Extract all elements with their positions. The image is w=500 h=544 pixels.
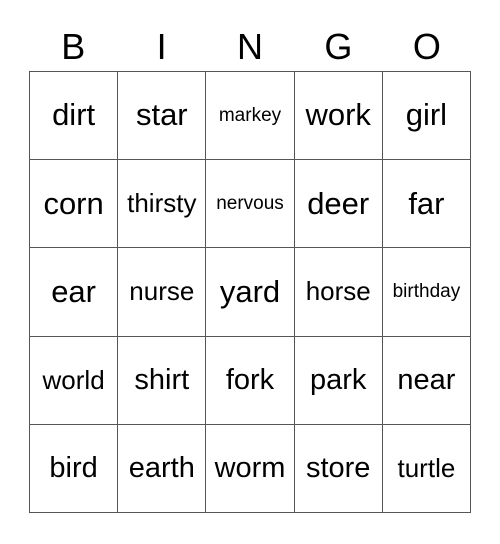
bingo-cell-word: horse	[305, 276, 371, 307]
bingo-cell[interactable]: bird	[30, 424, 119, 514]
bingo-cell-word: far	[408, 185, 445, 221]
bingo-cell-word: markey	[218, 104, 282, 126]
bingo-cell-word: bird	[49, 452, 98, 485]
bingo-cell[interactable]: deer	[294, 160, 383, 249]
bingo-cell[interactable]: horse	[294, 248, 383, 337]
bingo-cell-word: nurse	[129, 276, 195, 307]
bingo-cell[interactable]: girl	[382, 72, 472, 161]
bingo-cell-word: earth	[128, 452, 195, 485]
bingo-header-letter-g: G	[294, 24, 382, 70]
bingo-header-letter-i: I	[117, 24, 205, 70]
bingo-grid-row: ear nurse yard horse birthday	[30, 248, 472, 337]
bingo-cell-word: fork	[225, 363, 275, 396]
bingo-cell[interactable]: fork	[206, 336, 295, 425]
bingo-cell-word: park	[310, 363, 367, 396]
bingo-cell-word: birthday	[392, 281, 461, 303]
bingo-cell[interactable]: work	[294, 72, 383, 161]
bingo-cell[interactable]: shirt	[118, 336, 207, 425]
bingo-grid-row: bird earth worm store turtle	[30, 424, 472, 514]
bingo-cell-word: worm	[214, 452, 286, 485]
bingo-cell[interactable]: star	[118, 72, 207, 161]
bingo-cell[interactable]: earth	[118, 424, 207, 514]
bingo-cell[interactable]: birthday	[382, 248, 472, 337]
bingo-cell-word: dirt	[52, 97, 96, 133]
bingo-cell[interactable]: far	[382, 160, 472, 249]
bingo-cell-word: nervous	[216, 192, 284, 214]
bingo-cell[interactable]: near	[382, 336, 472, 425]
bingo-header-letter-b-text: B	[61, 26, 86, 67]
bingo-cell[interactable]: world	[30, 336, 119, 425]
bingo-cell[interactable]: turtle	[382, 424, 472, 514]
bingo-cell-word: corn	[43, 185, 104, 221]
bingo-cell-word: work	[305, 97, 371, 133]
bingo-grid-row: corn thirsty nervous deer far	[30, 160, 472, 249]
bingo-cell-word: yard	[219, 273, 281, 309]
bingo-cell[interactable]: nervous	[206, 160, 295, 249]
bingo-header-letter-o: O	[383, 24, 471, 70]
bingo-cell[interactable]: worm	[206, 424, 295, 514]
bingo-cell[interactable]: ear	[30, 248, 119, 337]
bingo-header-letter-g-text: G	[324, 26, 353, 67]
bingo-cell[interactable]: park	[294, 336, 383, 425]
bingo-header-letter-b: B	[29, 24, 117, 70]
bingo-cell-word: girl	[405, 97, 448, 133]
bingo-cell-word: thirsty	[127, 188, 197, 219]
bingo-header-letter-n-text: N	[237, 26, 264, 67]
bingo-header-letter-i-text: I	[156, 26, 167, 67]
bingo-cell-word: shirt	[134, 363, 190, 396]
bingo-cell-word: ear	[51, 273, 96, 309]
bingo-cell[interactable]: corn	[30, 160, 119, 249]
bingo-grid-row: dirt star markey work girl	[30, 72, 472, 161]
bingo-cell-word: star	[135, 97, 188, 133]
bingo-cell[interactable]: store	[294, 424, 383, 514]
bingo-cell-word: turtle	[397, 452, 456, 483]
bingo-cell-word: store	[305, 452, 371, 485]
bingo-cell-word: world	[42, 364, 105, 395]
bingo-cell-word: near	[397, 363, 456, 396]
bingo-cell-word: deer	[307, 185, 370, 221]
bingo-header-letter-n: N	[206, 24, 294, 70]
bingo-cell[interactable]: yard	[206, 248, 295, 337]
bingo-grid: dirt star markey work girl corn thirsty nervous…	[29, 71, 472, 514]
bingo-cell[interactable]: dirt	[30, 72, 119, 161]
bingo-header-letter-o-text: O	[412, 26, 441, 67]
bingo-cell[interactable]: nurse	[118, 248, 207, 337]
bingo-grid-row: world shirt fork park near	[30, 336, 472, 425]
bingo-cell[interactable]: thirsty	[118, 160, 207, 249]
bingo-header-row: B I N G O	[29, 24, 471, 70]
bingo-cell[interactable]: markey	[206, 72, 295, 161]
bingo-card: B I N G O dirt star markey work girl corn thir…	[0, 0, 500, 544]
